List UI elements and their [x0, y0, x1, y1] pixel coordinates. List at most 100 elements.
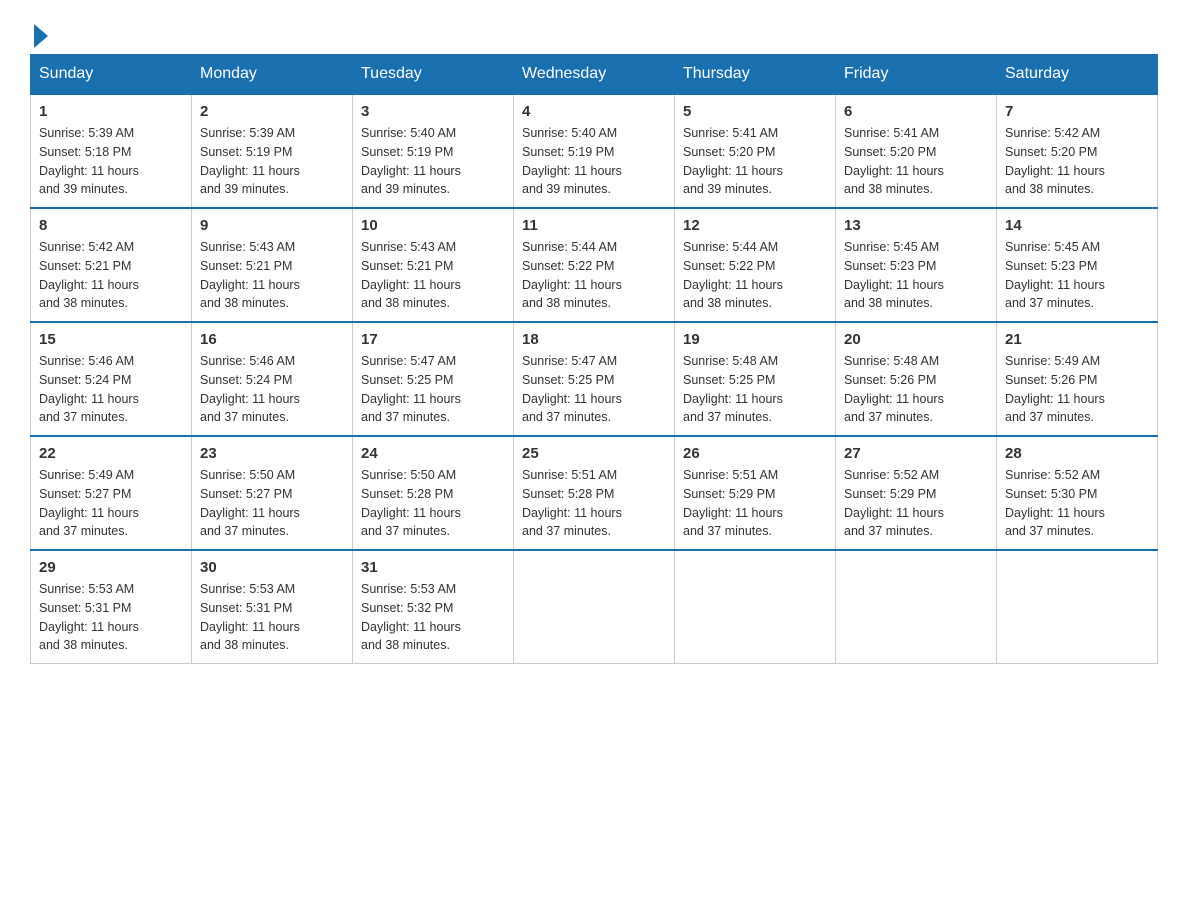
calendar-cell — [675, 550, 836, 664]
day-header-sunday: Sunday — [31, 55, 192, 95]
day-info: Sunrise: 5:39 AM Sunset: 5:18 PM Dayligh… — [39, 124, 183, 199]
calendar-cell: 7 Sunrise: 5:42 AM Sunset: 5:20 PM Dayli… — [997, 94, 1158, 208]
calendar-cell — [514, 550, 675, 664]
day-info: Sunrise: 5:52 AM Sunset: 5:29 PM Dayligh… — [844, 466, 988, 541]
day-number: 13 — [844, 217, 988, 234]
day-info: Sunrise: 5:46 AM Sunset: 5:24 PM Dayligh… — [200, 352, 344, 427]
day-info: Sunrise: 5:49 AM Sunset: 5:27 PM Dayligh… — [39, 466, 183, 541]
day-number: 24 — [361, 445, 505, 462]
day-info: Sunrise: 5:53 AM Sunset: 5:32 PM Dayligh… — [361, 580, 505, 655]
day-info: Sunrise: 5:44 AM Sunset: 5:22 PM Dayligh… — [683, 238, 827, 313]
day-info: Sunrise: 5:40 AM Sunset: 5:19 PM Dayligh… — [361, 124, 505, 199]
day-number: 4 — [522, 103, 666, 120]
calendar-header: SundayMondayTuesdayWednesdayThursdayFrid… — [31, 55, 1158, 95]
calendar-cell: 10 Sunrise: 5:43 AM Sunset: 5:21 PM Dayl… — [353, 208, 514, 322]
calendar-cell: 23 Sunrise: 5:50 AM Sunset: 5:27 PM Dayl… — [192, 436, 353, 550]
calendar-week-1: 1 Sunrise: 5:39 AM Sunset: 5:18 PM Dayli… — [31, 94, 1158, 208]
calendar-cell: 18 Sunrise: 5:47 AM Sunset: 5:25 PM Dayl… — [514, 322, 675, 436]
day-header-monday: Monday — [192, 55, 353, 95]
day-number: 3 — [361, 103, 505, 120]
day-header-friday: Friday — [836, 55, 997, 95]
calendar-week-3: 15 Sunrise: 5:46 AM Sunset: 5:24 PM Dayl… — [31, 322, 1158, 436]
page-header — [30, 20, 1158, 44]
day-number: 17 — [361, 331, 505, 348]
day-header-wednesday: Wednesday — [514, 55, 675, 95]
days-of-week-row: SundayMondayTuesdayWednesdayThursdayFrid… — [31, 55, 1158, 95]
day-number: 7 — [1005, 103, 1149, 120]
calendar-cell: 1 Sunrise: 5:39 AM Sunset: 5:18 PM Dayli… — [31, 94, 192, 208]
day-info: Sunrise: 5:50 AM Sunset: 5:27 PM Dayligh… — [200, 466, 344, 541]
day-info: Sunrise: 5:39 AM Sunset: 5:19 PM Dayligh… — [200, 124, 344, 199]
day-info: Sunrise: 5:40 AM Sunset: 5:19 PM Dayligh… — [522, 124, 666, 199]
day-number: 18 — [522, 331, 666, 348]
day-header-thursday: Thursday — [675, 55, 836, 95]
calendar-cell: 16 Sunrise: 5:46 AM Sunset: 5:24 PM Dayl… — [192, 322, 353, 436]
calendar-cell: 5 Sunrise: 5:41 AM Sunset: 5:20 PM Dayli… — [675, 94, 836, 208]
logo-arrow-icon — [34, 24, 48, 48]
day-info: Sunrise: 5:45 AM Sunset: 5:23 PM Dayligh… — [1005, 238, 1149, 313]
calendar-week-2: 8 Sunrise: 5:42 AM Sunset: 5:21 PM Dayli… — [31, 208, 1158, 322]
day-info: Sunrise: 5:52 AM Sunset: 5:30 PM Dayligh… — [1005, 466, 1149, 541]
day-info: Sunrise: 5:47 AM Sunset: 5:25 PM Dayligh… — [361, 352, 505, 427]
calendar-week-5: 29 Sunrise: 5:53 AM Sunset: 5:31 PM Dayl… — [31, 550, 1158, 664]
calendar-cell: 11 Sunrise: 5:44 AM Sunset: 5:22 PM Dayl… — [514, 208, 675, 322]
calendar-cell: 15 Sunrise: 5:46 AM Sunset: 5:24 PM Dayl… — [31, 322, 192, 436]
calendar-cell: 12 Sunrise: 5:44 AM Sunset: 5:22 PM Dayl… — [675, 208, 836, 322]
day-info: Sunrise: 5:45 AM Sunset: 5:23 PM Dayligh… — [844, 238, 988, 313]
day-number: 26 — [683, 445, 827, 462]
day-number: 15 — [39, 331, 183, 348]
day-info: Sunrise: 5:43 AM Sunset: 5:21 PM Dayligh… — [361, 238, 505, 313]
calendar-cell: 4 Sunrise: 5:40 AM Sunset: 5:19 PM Dayli… — [514, 94, 675, 208]
day-number: 12 — [683, 217, 827, 234]
calendar-body: 1 Sunrise: 5:39 AM Sunset: 5:18 PM Dayli… — [31, 94, 1158, 664]
day-number: 29 — [39, 559, 183, 576]
calendar-cell: 28 Sunrise: 5:52 AM Sunset: 5:30 PM Dayl… — [997, 436, 1158, 550]
day-number: 27 — [844, 445, 988, 462]
day-info: Sunrise: 5:48 AM Sunset: 5:25 PM Dayligh… — [683, 352, 827, 427]
day-number: 19 — [683, 331, 827, 348]
calendar-cell: 13 Sunrise: 5:45 AM Sunset: 5:23 PM Dayl… — [836, 208, 997, 322]
day-header-tuesday: Tuesday — [353, 55, 514, 95]
day-info: Sunrise: 5:53 AM Sunset: 5:31 PM Dayligh… — [39, 580, 183, 655]
day-number: 11 — [522, 217, 666, 234]
calendar-cell: 26 Sunrise: 5:51 AM Sunset: 5:29 PM Dayl… — [675, 436, 836, 550]
day-number: 1 — [39, 103, 183, 120]
calendar-cell: 6 Sunrise: 5:41 AM Sunset: 5:20 PM Dayli… — [836, 94, 997, 208]
day-number: 16 — [200, 331, 344, 348]
day-info: Sunrise: 5:53 AM Sunset: 5:31 PM Dayligh… — [200, 580, 344, 655]
day-info: Sunrise: 5:44 AM Sunset: 5:22 PM Dayligh… — [522, 238, 666, 313]
day-info: Sunrise: 5:51 AM Sunset: 5:29 PM Dayligh… — [683, 466, 827, 541]
calendar-cell: 31 Sunrise: 5:53 AM Sunset: 5:32 PM Dayl… — [353, 550, 514, 664]
day-info: Sunrise: 5:51 AM Sunset: 5:28 PM Dayligh… — [522, 466, 666, 541]
calendar-week-4: 22 Sunrise: 5:49 AM Sunset: 5:27 PM Dayl… — [31, 436, 1158, 550]
calendar-cell: 21 Sunrise: 5:49 AM Sunset: 5:26 PM Dayl… — [997, 322, 1158, 436]
day-info: Sunrise: 5:41 AM Sunset: 5:20 PM Dayligh… — [683, 124, 827, 199]
day-info: Sunrise: 5:42 AM Sunset: 5:21 PM Dayligh… — [39, 238, 183, 313]
logo-text — [30, 20, 48, 48]
logo — [30, 20, 48, 44]
calendar-cell: 3 Sunrise: 5:40 AM Sunset: 5:19 PM Dayli… — [353, 94, 514, 208]
calendar-cell — [997, 550, 1158, 664]
day-number: 23 — [200, 445, 344, 462]
day-info: Sunrise: 5:47 AM Sunset: 5:25 PM Dayligh… — [522, 352, 666, 427]
calendar-cell: 25 Sunrise: 5:51 AM Sunset: 5:28 PM Dayl… — [514, 436, 675, 550]
day-number: 30 — [200, 559, 344, 576]
calendar-cell: 29 Sunrise: 5:53 AM Sunset: 5:31 PM Dayl… — [31, 550, 192, 664]
calendar-cell: 20 Sunrise: 5:48 AM Sunset: 5:26 PM Dayl… — [836, 322, 997, 436]
day-number: 2 — [200, 103, 344, 120]
calendar-cell: 24 Sunrise: 5:50 AM Sunset: 5:28 PM Dayl… — [353, 436, 514, 550]
calendar-cell — [836, 550, 997, 664]
calendar-cell: 2 Sunrise: 5:39 AM Sunset: 5:19 PM Dayli… — [192, 94, 353, 208]
calendar-cell: 19 Sunrise: 5:48 AM Sunset: 5:25 PM Dayl… — [675, 322, 836, 436]
day-info: Sunrise: 5:48 AM Sunset: 5:26 PM Dayligh… — [844, 352, 988, 427]
day-number: 31 — [361, 559, 505, 576]
day-number: 25 — [522, 445, 666, 462]
day-number: 22 — [39, 445, 183, 462]
calendar-cell: 8 Sunrise: 5:42 AM Sunset: 5:21 PM Dayli… — [31, 208, 192, 322]
day-number: 14 — [1005, 217, 1149, 234]
calendar-cell: 22 Sunrise: 5:49 AM Sunset: 5:27 PM Dayl… — [31, 436, 192, 550]
day-info: Sunrise: 5:49 AM Sunset: 5:26 PM Dayligh… — [1005, 352, 1149, 427]
day-number: 28 — [1005, 445, 1149, 462]
day-number: 8 — [39, 217, 183, 234]
day-number: 6 — [844, 103, 988, 120]
